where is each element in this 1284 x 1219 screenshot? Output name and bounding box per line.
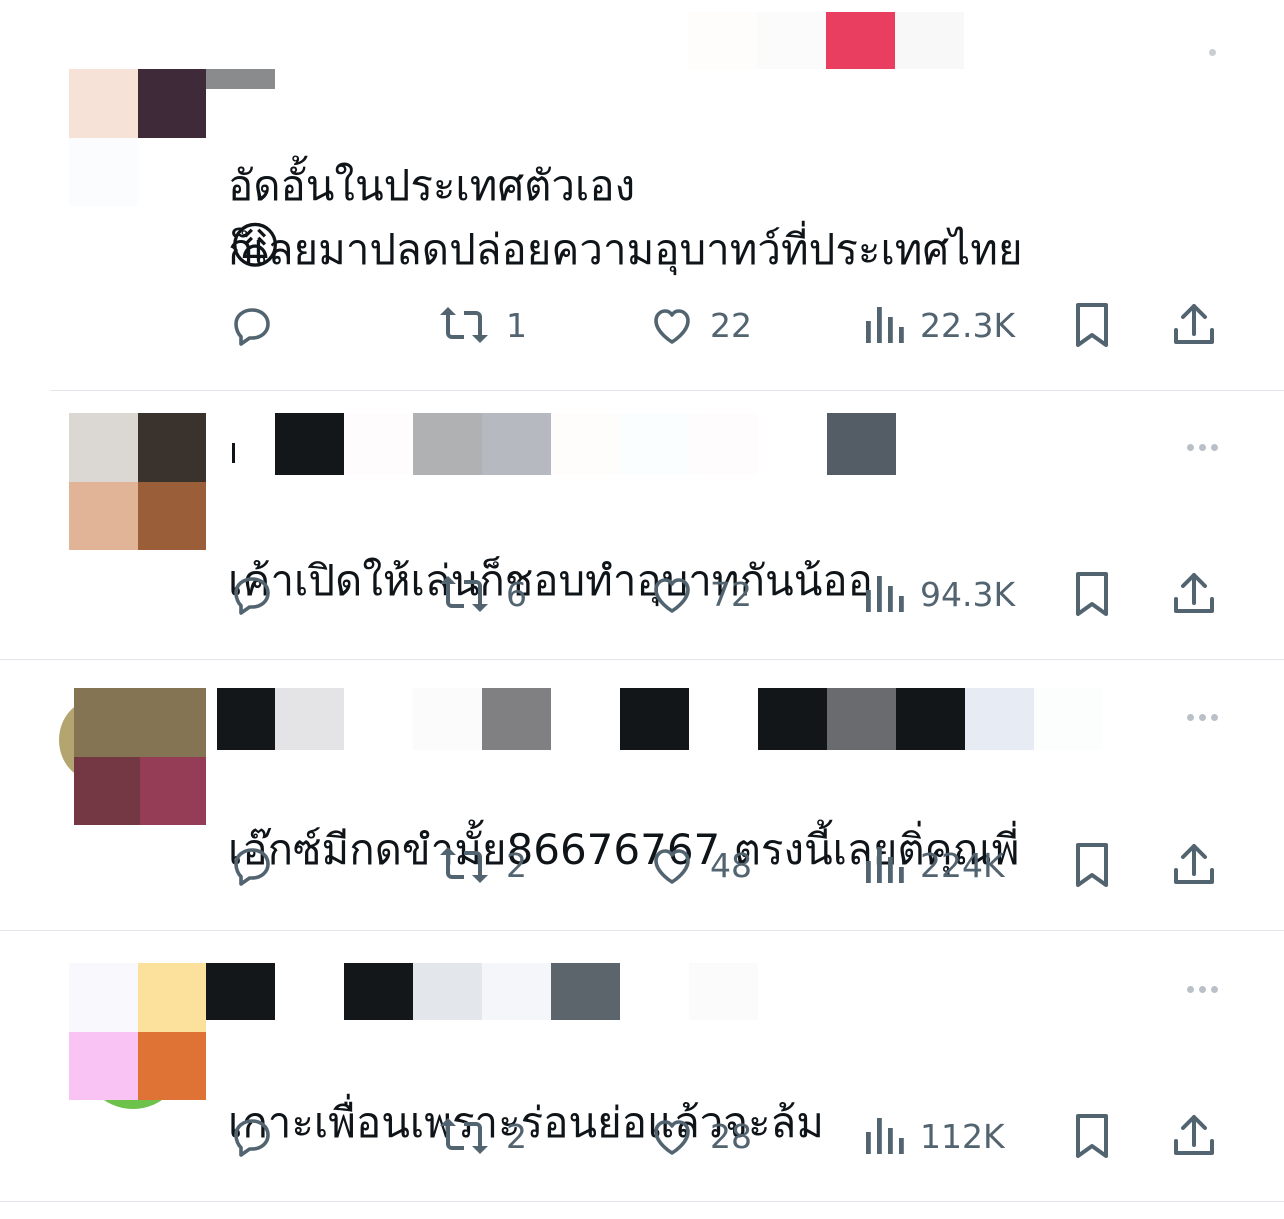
bar-chart-icon: [866, 847, 904, 883]
views-button[interactable]: 112K: [862, 1111, 1005, 1161]
header-cursor-mark: [232, 443, 235, 463]
repost-button[interactable]: 2: [436, 1111, 527, 1161]
post-2[interactable]: เค้าเปิดให้เล่นก็ชอบทำอุบาทกันน้ออ 6 72 …: [0, 391, 1284, 659]
repost-arrows-icon: [440, 576, 488, 612]
like-button[interactable]: 22: [648, 300, 752, 350]
more-icon[interactable]: [1187, 714, 1218, 721]
bar-chart-icon: [866, 1118, 904, 1154]
bookmark-icon: [1076, 303, 1108, 347]
header-mosaic-top: [688, 12, 964, 69]
post-4[interactable]: เกาะเพื่อนเพราะร่อนย่อแล้วจะล้ม 2 28 112…: [0, 931, 1284, 1201]
reply-button[interactable]: [228, 569, 290, 619]
avatar-pixelated[interactable]: [69, 963, 206, 1100]
bookmark-button[interactable]: [1070, 300, 1114, 350]
bookmark-button[interactable]: [1070, 840, 1114, 890]
share-button[interactable]: [1170, 1111, 1218, 1161]
post-header-pixelated: [217, 688, 1103, 750]
post-text: อัดอั้นในประเทศตัวเอง ก็เลยมาปลดปล่อยควา…: [228, 161, 1023, 274]
share-button[interactable]: [1170, 300, 1218, 350]
repost-button[interactable]: 1: [436, 300, 527, 350]
action-bar: 2 48 224K: [228, 840, 1224, 890]
share-upload-icon: [1174, 844, 1214, 884]
bookmark-icon: [1076, 572, 1108, 616]
reply-button[interactable]: [228, 1111, 290, 1161]
weary-face-emoji: 😩: [229, 217, 282, 275]
heart-icon: [654, 1120, 690, 1155]
reply-button[interactable]: [228, 840, 290, 890]
post-header-pixelated: [206, 413, 896, 475]
views-button[interactable]: 224K: [862, 840, 1005, 890]
repost-button[interactable]: 6: [436, 569, 527, 619]
post-3[interactable]: เอ๊กซ์มีกดขำมั้ย86676767 ตรงนี้เลยติ่คุณ…: [0, 660, 1284, 930]
post-header-pixelated: [206, 963, 758, 1020]
bookmark-button[interactable]: [1070, 1111, 1114, 1161]
speech-bubble-icon: [234, 1119, 270, 1157]
post-header-pixelated: [206, 69, 275, 89]
repost-arrows-icon: [440, 307, 488, 343]
action-bar: 1 22 22.3K: [228, 300, 1224, 350]
bookmark-icon: [1076, 1114, 1108, 1158]
heart-icon: [654, 309, 690, 344]
views-button[interactable]: 22.3K: [862, 300, 1015, 350]
repost-arrows-icon: [440, 847, 488, 883]
bar-chart-icon: [866, 576, 904, 612]
more-icon[interactable]: [1187, 986, 1218, 993]
divider: [0, 1201, 1284, 1202]
share-upload-icon: [1174, 1115, 1214, 1155]
avatar-pixelated[interactable]: [74, 688, 206, 825]
like-button[interactable]: 72: [648, 569, 752, 619]
more-icon[interactable]: [1209, 49, 1216, 56]
bar-chart-icon: [866, 307, 904, 343]
speech-bubble-icon: [234, 577, 270, 615]
repost-arrows-icon: [440, 1118, 488, 1154]
repost-button[interactable]: 2: [436, 840, 527, 890]
more-icon[interactable]: [1187, 444, 1218, 451]
bookmark-icon: [1076, 843, 1108, 887]
action-bar: 2 28 112K: [228, 1111, 1224, 1161]
avatar-pixelated[interactable]: [69, 69, 206, 206]
speech-bubble-icon: [234, 848, 270, 886]
avatar-pixelated[interactable]: [69, 413, 206, 550]
views-button[interactable]: 94.3K: [862, 569, 1015, 619]
share-button[interactable]: [1170, 569, 1218, 619]
share-upload-icon: [1174, 573, 1214, 613]
like-button[interactable]: 48: [648, 840, 752, 890]
action-bar: 6 72 94.3K: [228, 569, 1224, 619]
heart-icon: [654, 849, 690, 884]
heart-icon: [654, 578, 690, 613]
post-1[interactable]: อัดอั้นในประเทศตัวเอง ก็เลยมาปลดปล่อยควา…: [0, 0, 1284, 390]
bookmark-button[interactable]: [1070, 569, 1114, 619]
share-upload-icon: [1174, 304, 1214, 344]
reply-button[interactable]: [228, 300, 290, 350]
speech-bubble-icon: [234, 308, 270, 346]
like-button[interactable]: 28: [648, 1111, 752, 1161]
share-button[interactable]: [1170, 840, 1218, 890]
